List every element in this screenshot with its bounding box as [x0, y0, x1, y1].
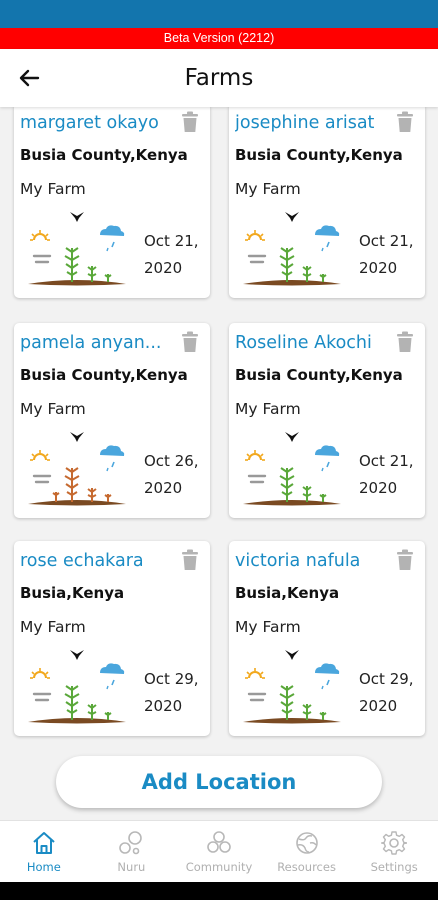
- trash-icon[interactable]: [180, 331, 200, 353]
- farmer-name: victoria nafula: [235, 551, 361, 571]
- bottom-nav: Home Nuru Community Resources Settings: [0, 820, 438, 882]
- home-icon: [33, 832, 55, 854]
- farmer-name: Roseline Akochi: [235, 333, 372, 353]
- farm-location: Busia County,Kenya: [235, 366, 403, 384]
- farm-location: Busia County,Kenya: [20, 366, 188, 384]
- trash-icon[interactable]: [180, 111, 200, 133]
- app-bar: Farms: [0, 49, 438, 107]
- farm-illustration-icon: [22, 646, 132, 732]
- gear-icon: [381, 831, 408, 855]
- farmer-name: margaret okayo: [20, 113, 159, 133]
- globe-icon: [295, 832, 318, 854]
- farm-name: My Farm: [235, 618, 301, 636]
- trash-icon[interactable]: [395, 111, 415, 133]
- farm-name: My Farm: [20, 180, 86, 198]
- farm-illustration-icon: [237, 428, 347, 514]
- farm-date: Oct 21, 2020: [359, 232, 414, 277]
- farm-location: Busia,Kenya: [235, 584, 340, 602]
- farm-location: Busia County,Kenya: [235, 146, 403, 164]
- farm-illustration-icon: [22, 208, 132, 294]
- farmer-name: rose echakara: [20, 551, 144, 571]
- community-icon: [207, 831, 231, 853]
- nav-home[interactable]: Home: [0, 821, 88, 882]
- farm-illustration-icon: [22, 428, 132, 514]
- farm-card[interactable]: margaret okayo Busia County,Kenya My Far…: [14, 107, 210, 298]
- nav-label: Resources: [277, 860, 336, 874]
- farm-card[interactable]: Roseline Akochi Busia County,Kenya My Fa…: [229, 323, 425, 518]
- farm-location: Busia,Kenya: [20, 584, 125, 602]
- farm-date: Oct 21, 2020: [144, 232, 199, 277]
- farm-grid: margaret okayo Busia County,Kenya My Far…: [0, 107, 438, 747]
- nav-settings[interactable]: Settings: [350, 821, 438, 882]
- farm-location: Busia County,Kenya: [20, 146, 188, 164]
- farm-name: My Farm: [235, 180, 301, 198]
- farm-card[interactable]: rose echakara Busia,Kenya My Farm Oct 29…: [14, 541, 210, 736]
- nuru-icon: [119, 831, 143, 855]
- farm-card[interactable]: josephine arisat Busia County,Kenya My F…: [229, 107, 425, 298]
- farm-illustration-icon: [237, 208, 347, 294]
- system-nav-bar: [0, 882, 438, 900]
- farm-date: Oct 29, 2020: [359, 670, 414, 715]
- farm-card[interactable]: victoria nafula Busia,Kenya My Farm Oct …: [229, 541, 425, 736]
- nav-nuru[interactable]: Nuru: [88, 821, 176, 882]
- farm-date: Oct 21, 2020: [359, 452, 414, 497]
- farmer-name: josephine arisat: [235, 113, 375, 133]
- nav-label: Settings: [370, 860, 418, 874]
- nav-label: Home: [26, 860, 61, 874]
- farm-illustration-icon: [237, 646, 347, 732]
- farm-name: My Farm: [20, 618, 86, 636]
- page-title: Farms: [184, 65, 254, 91]
- farm-name: My Farm: [235, 400, 301, 418]
- trash-icon[interactable]: [395, 549, 415, 571]
- add-location-button[interactable]: Add Location: [56, 756, 382, 808]
- farm-card[interactable]: pamela anyan... Busia County,Kenya My Fa…: [14, 323, 210, 518]
- farm-date: Oct 29, 2020: [144, 670, 199, 715]
- farmer-name: pamela anyan...: [20, 333, 162, 353]
- nav-resources[interactable]: Resources: [263, 821, 351, 882]
- trash-icon[interactable]: [180, 549, 200, 571]
- farm-name: My Farm: [20, 400, 86, 418]
- app-screen: Beta Version (2212) Farms margaret okayo…: [0, 0, 438, 900]
- nav-label: Nuru: [117, 860, 146, 874]
- status-bar: [0, 0, 438, 28]
- trash-icon[interactable]: [395, 331, 415, 353]
- farm-date: Oct 26, 2020: [144, 452, 199, 497]
- nav-community[interactable]: Community: [175, 821, 263, 882]
- nav-label: Community: [185, 860, 253, 874]
- beta-banner: Beta Version (2212): [0, 28, 438, 49]
